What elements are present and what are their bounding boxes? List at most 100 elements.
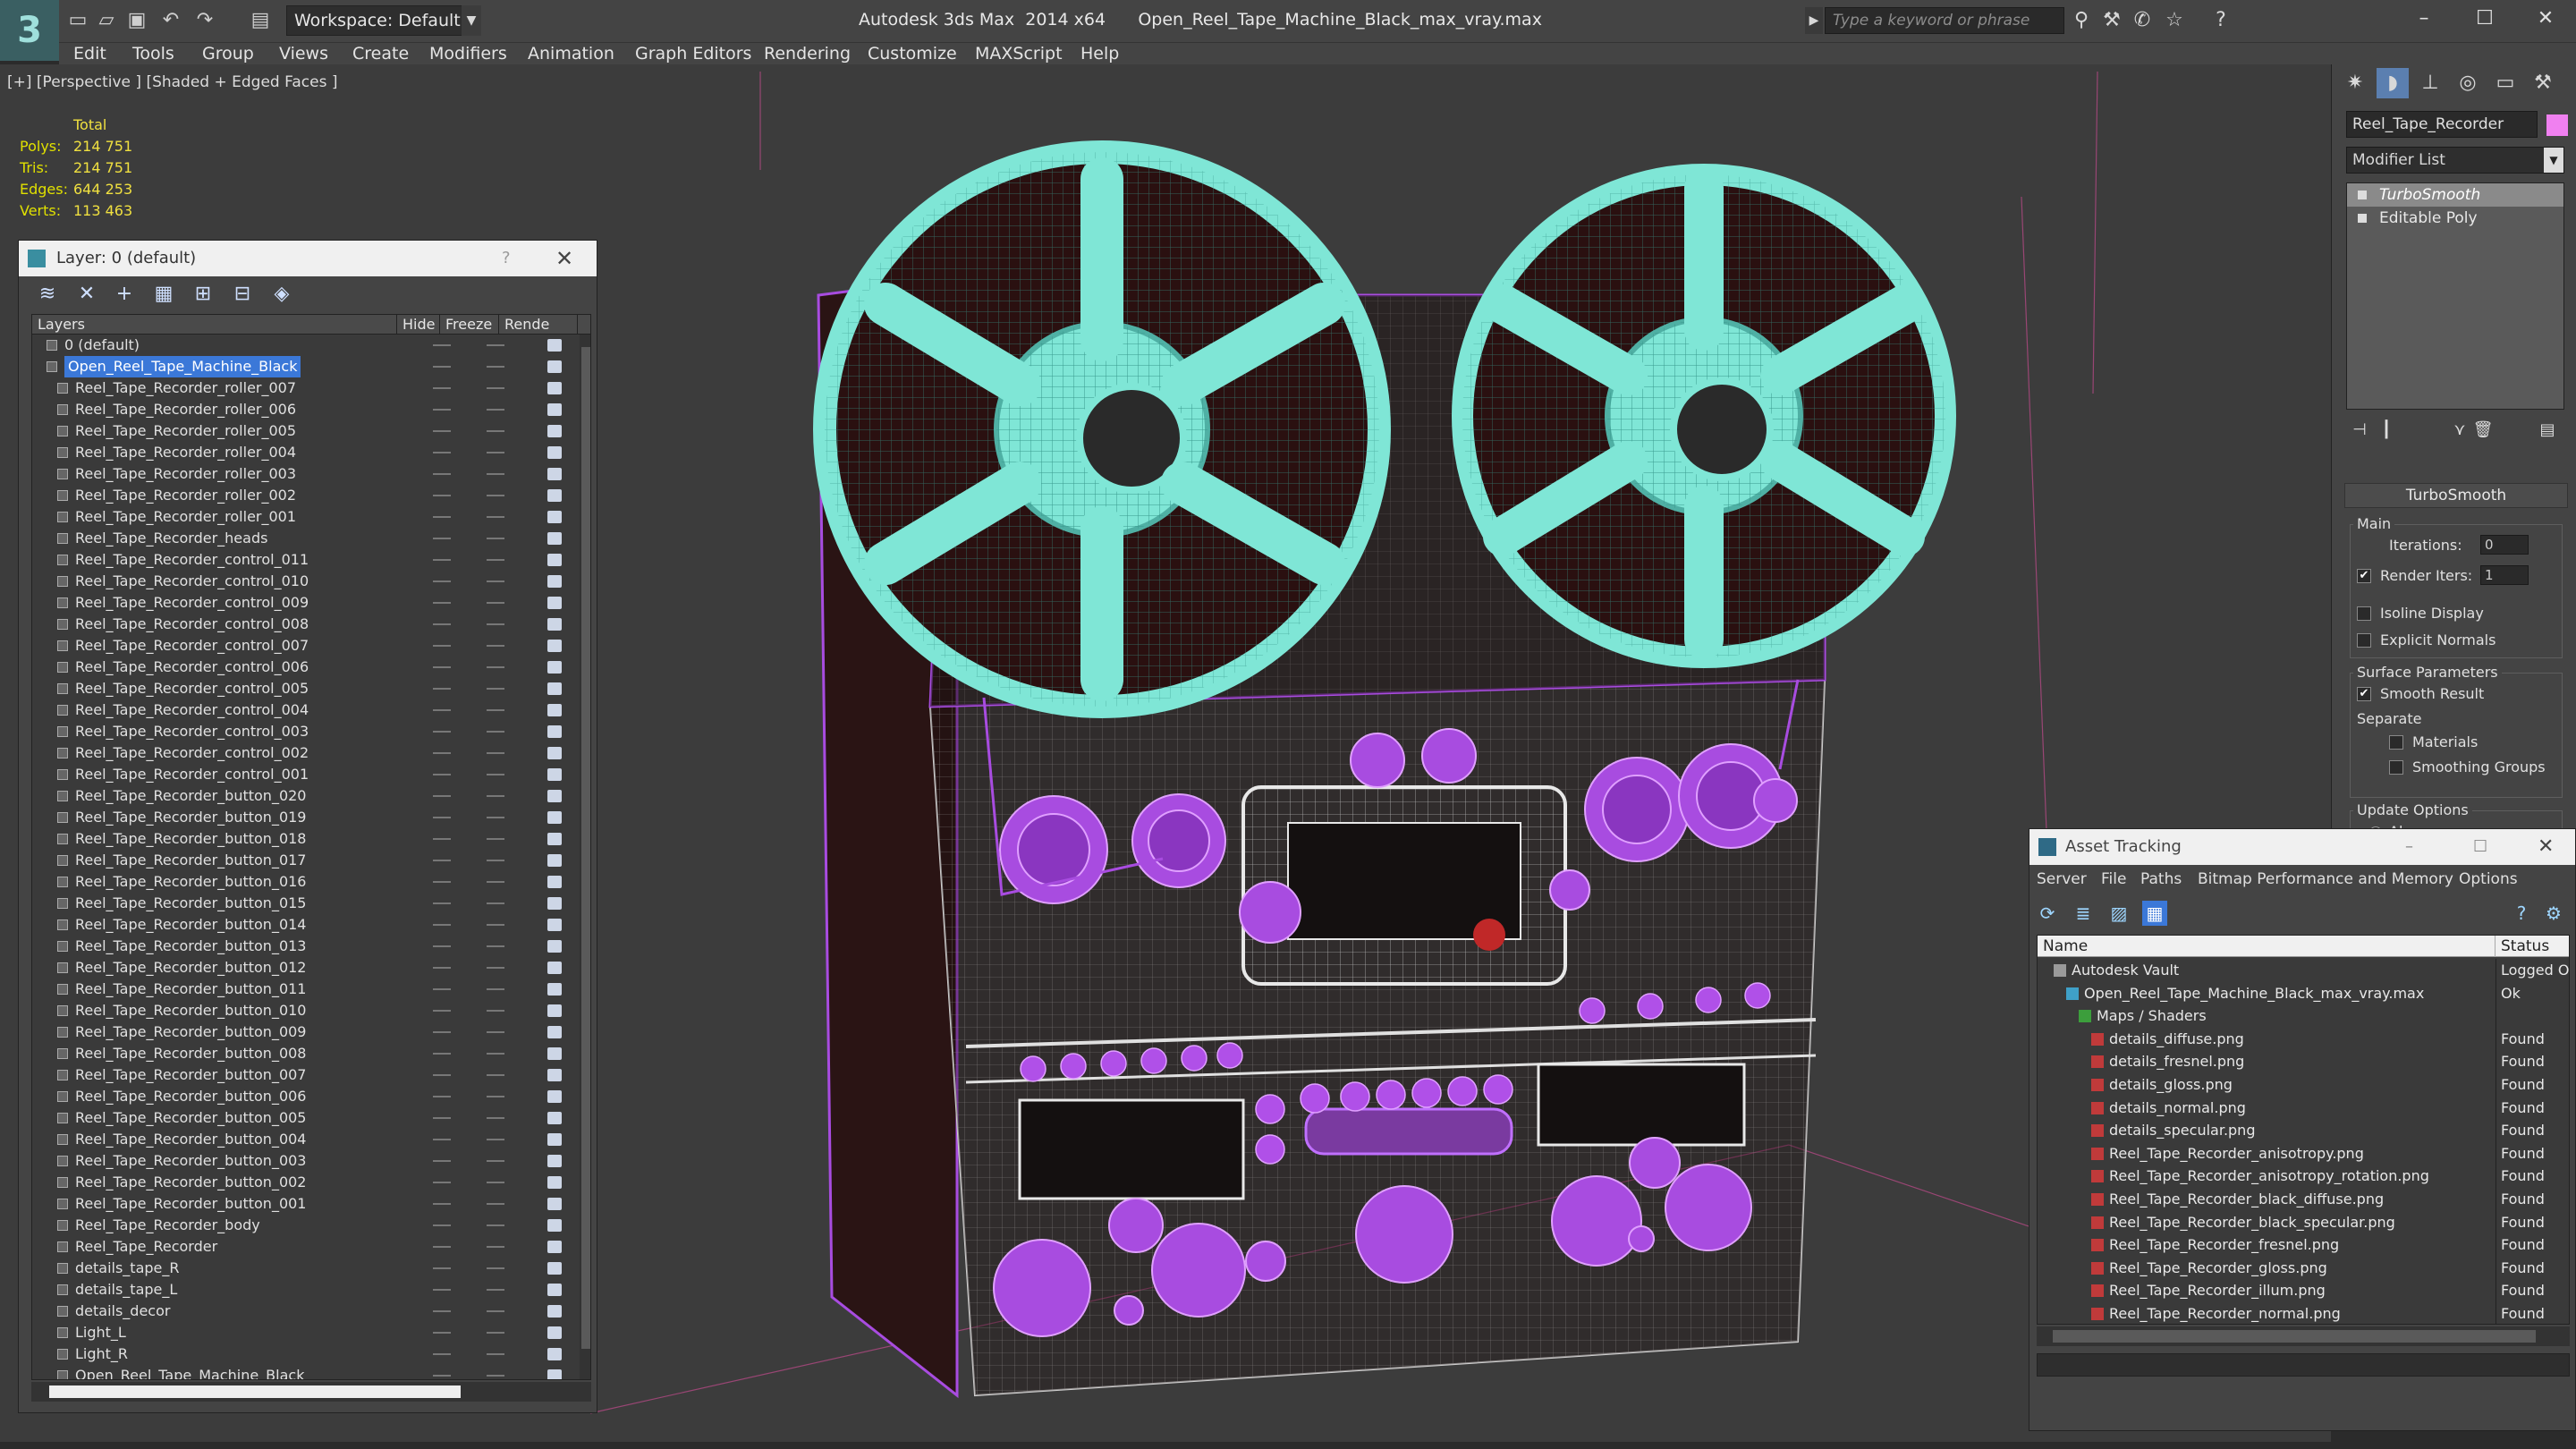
- save-file-icon[interactable]: ▣: [123, 7, 150, 34]
- hide-toggle[interactable]: [433, 1031, 451, 1033]
- freeze-toggle[interactable]: [487, 902, 504, 904]
- freeze-toggle[interactable]: [487, 1246, 504, 1248]
- select-objects-icon[interactable]: ⊞: [191, 282, 216, 307]
- maximize-icon[interactable]: ☐: [2473, 829, 2487, 865]
- render-teapot-icon[interactable]: [547, 1112, 562, 1124]
- render-teapot-icon[interactable]: [547, 790, 562, 802]
- freeze-toggle[interactable]: [487, 559, 504, 561]
- menu-server[interactable]: Server: [2037, 865, 2087, 894]
- hide-toggle[interactable]: [433, 1375, 451, 1377]
- render-teapot-icon[interactable]: [547, 725, 562, 738]
- layer-object-row[interactable]: Reel_Tape_Recorder_button_004: [32, 1129, 578, 1150]
- highlight-layer-icon[interactable]: ⊟: [230, 282, 255, 307]
- freeze-toggle[interactable]: [487, 366, 504, 368]
- render-teapot-icon[interactable]: [547, 919, 562, 931]
- minimize-icon[interactable]: –: [2405, 829, 2413, 865]
- render-teapot-icon[interactable]: [547, 1284, 562, 1296]
- hide-toggle[interactable]: [433, 366, 451, 368]
- freeze-toggle[interactable]: [487, 709, 504, 711]
- menu-views[interactable]: Views: [279, 43, 328, 64]
- search-expand-icon[interactable]: ▶: [1805, 7, 1823, 34]
- display-tab-icon[interactable]: ▭: [2489, 68, 2521, 98]
- layer-object-row[interactable]: Reel_Tape_Recorder_body: [32, 1215, 578, 1236]
- asset-row[interactable]: Autodesk Vault Logged O: [2038, 959, 2569, 982]
- hide-toggle[interactable]: [433, 924, 451, 926]
- delete-layer-icon[interactable]: ✕: [74, 282, 99, 307]
- scrollbar-thumb[interactable]: [2053, 1330, 2536, 1343]
- smoothing-groups-checkbox[interactable]: [2389, 760, 2403, 775]
- menu-modifiers[interactable]: Modifiers: [429, 43, 507, 64]
- freeze-toggle[interactable]: [487, 645, 504, 647]
- freeze-toggle[interactable]: [487, 1353, 504, 1355]
- layer-object-row[interactable]: Reel_Tape_Recorder_button_001: [32, 1193, 578, 1215]
- column-layers[interactable]: Layers: [32, 315, 397, 335]
- hide-toggle[interactable]: [433, 1074, 451, 1076]
- close-icon[interactable]: ✕: [2538, 829, 2554, 865]
- freeze-toggle[interactable]: [487, 967, 504, 969]
- add-selection-icon[interactable]: ▦: [151, 282, 176, 307]
- freeze-toggle[interactable]: [487, 580, 504, 582]
- render-iters-spinner[interactable]: 1: [2480, 565, 2529, 585]
- menu-group[interactable]: Group: [202, 43, 254, 64]
- menu-bitmap-performance[interactable]: Bitmap Performance and Memory: [2198, 865, 2453, 894]
- layers-stack-icon[interactable]: ≋: [35, 282, 60, 307]
- hide-toggle[interactable]: [433, 731, 451, 733]
- hide-toggle[interactable]: [433, 1332, 451, 1334]
- hide-toggle[interactable]: [433, 902, 451, 904]
- chevron-down-icon[interactable]: ▼: [2544, 148, 2563, 173]
- layer-object-row[interactable]: Reel_Tape_Recorder: [32, 1236, 578, 1258]
- layer-object-row[interactable]: details_decor: [32, 1301, 578, 1322]
- close-icon[interactable]: ✕: [2519, 0, 2572, 38]
- render-teapot-icon[interactable]: [547, 962, 562, 974]
- layer-object-row[interactable]: Reel_Tape_Recorder_button_019: [32, 807, 578, 828]
- hide-toggle[interactable]: [433, 945, 451, 947]
- hide-toggle[interactable]: [433, 1139, 451, 1140]
- freeze-toggle[interactable]: [487, 774, 504, 775]
- menu-file[interactable]: File: [2101, 865, 2126, 894]
- render-teapot-icon[interactable]: [547, 1326, 562, 1339]
- render-teapot-icon[interactable]: [547, 704, 562, 716]
- asset-row[interactable]: Reel_Tape_Recorder_black_specular.png Fou…: [2038, 1210, 2569, 1234]
- freeze-toggle[interactable]: [487, 1182, 504, 1183]
- layer-object-row[interactable]: Reel_Tape_Recorder_roller_003: [32, 463, 578, 485]
- freeze-toggle[interactable]: [487, 602, 504, 604]
- render-teapot-icon[interactable]: [547, 682, 562, 695]
- menu-edit[interactable]: Edit: [73, 43, 106, 64]
- render-teapot-icon[interactable]: [547, 876, 562, 888]
- layer-object-row[interactable]: Reel_Tape_Recorder_button_006: [32, 1086, 578, 1107]
- help-icon[interactable]: ?: [2207, 7, 2234, 34]
- hide-toggle[interactable]: [433, 881, 451, 883]
- layer-object-row[interactable]: Reel_Tape_Recorder_control_010: [32, 571, 578, 592]
- layer-object-row[interactable]: Reel_Tape_Recorder_button_011: [32, 979, 578, 1000]
- pin-icon[interactable]: ⚙: [2541, 901, 2566, 926]
- layer-object-row[interactable]: Reel_Tape_Recorder_button_010: [32, 1000, 578, 1021]
- hide-toggle[interactable]: [433, 1310, 451, 1312]
- asset-tracking-title-bar[interactable]: Asset Tracking – ☐ ✕: [2029, 829, 2575, 865]
- layer-object-row[interactable]: Reel_Tape_Recorder_button_014: [32, 914, 578, 936]
- hide-toggle[interactable]: [433, 1203, 451, 1205]
- render-teapot-icon[interactable]: [547, 489, 562, 502]
- materials-checkbox[interactable]: [2389, 735, 2403, 750]
- new-file-icon[interactable]: ▭: [64, 7, 91, 34]
- lightbulb-icon[interactable]: [2358, 191, 2367, 199]
- hide-toggle[interactable]: [433, 967, 451, 969]
- show-end-result-icon[interactable]: ┃: [2373, 417, 2400, 444]
- freeze-toggle[interactable]: [487, 430, 504, 432]
- render-teapot-icon[interactable]: [547, 1090, 562, 1103]
- asset-row[interactable]: Reel_Tape_Recorder_black_diffuse.png Foun…: [2038, 1187, 2569, 1211]
- layer-vertical-scrollbar[interactable]: [580, 335, 590, 1379]
- smooth-result-checkbox[interactable]: ✔: [2357, 687, 2371, 701]
- freeze-toggle[interactable]: [487, 387, 504, 389]
- render-teapot-icon[interactable]: [547, 768, 562, 781]
- asset-row[interactable]: Reel_Tape_Recorder_anisotropy_rotation.p…: [2038, 1165, 2569, 1188]
- menu-paths[interactable]: Paths: [2140, 865, 2182, 894]
- layer-object-row[interactable]: Reel_Tape_Recorder_button_016: [32, 871, 578, 893]
- hide-toggle[interactable]: [433, 1353, 451, 1355]
- layer-object-row[interactable]: Reel_Tape_Recorder_control_011: [32, 549, 578, 571]
- refresh-icon[interactable]: ⟳: [2035, 901, 2060, 926]
- hide-toggle[interactable]: [433, 1096, 451, 1097]
- hide-toggle[interactable]: [433, 709, 451, 711]
- subscription-icon[interactable]: ⚒: [2098, 7, 2125, 34]
- layer-object-row[interactable]: Light_L: [32, 1322, 578, 1343]
- freeze-toggle[interactable]: [487, 495, 504, 496]
